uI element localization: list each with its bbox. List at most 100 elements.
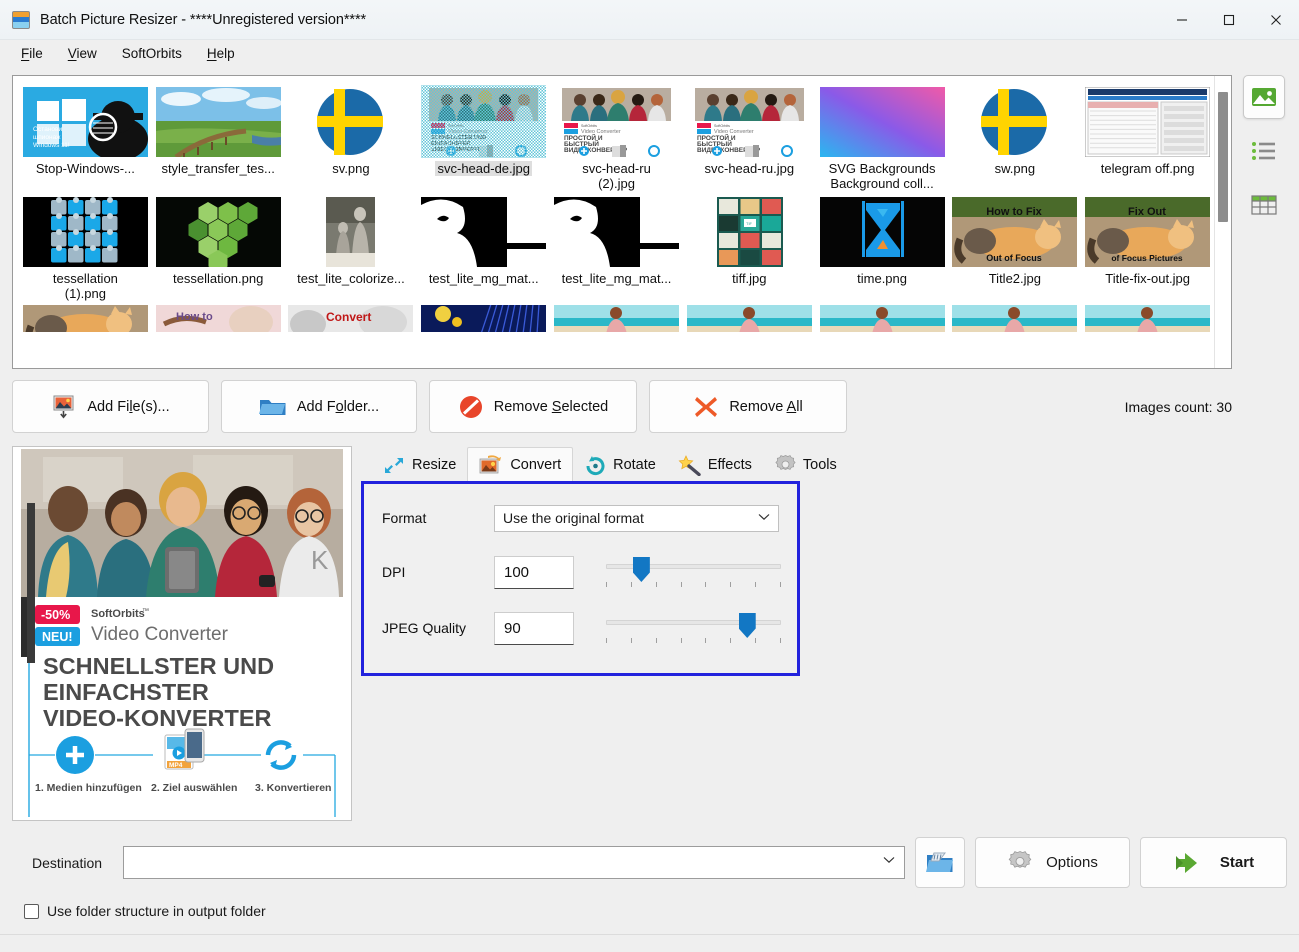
thumbnail-item[interactable]: tessellation.png	[152, 192, 285, 302]
thumbnail-item[interactable]	[948, 302, 1081, 332]
thumbnail-scrollbar[interactable]	[1214, 76, 1231, 368]
scrollbar-thumb[interactable]	[1218, 92, 1228, 222]
tab-effects[interactable]: Effects	[667, 449, 763, 481]
thumbnail-caption: style_transfer_tes...	[161, 161, 275, 176]
format-row: Format Use the original format	[364, 496, 797, 540]
thumbnail-item[interactable]: style_transfer_tes...	[152, 82, 285, 192]
thumbnail-image	[1085, 85, 1211, 158]
add-folder-button[interactable]: Add Folder...	[221, 380, 417, 433]
jpeg-quality-value: 90	[504, 619, 521, 637]
thumbnail-item[interactable]: Convert	[285, 302, 418, 332]
details-view-button[interactable]	[1243, 183, 1285, 227]
thumbnail-item[interactable]: telegram off.png	[1081, 82, 1214, 192]
options-button[interactable]: Options	[975, 837, 1130, 888]
title-bar: Batch Picture Resizer - ****Unregistered…	[0, 0, 1299, 40]
thumbnail-item[interactable]: sw.png	[948, 82, 1081, 192]
browse-folder-button[interactable]	[915, 837, 965, 888]
thumbnail-item[interactable]	[1081, 302, 1214, 332]
menu-softorbits[interactable]: SoftOrbits	[111, 43, 193, 64]
thumbnail-item[interactable]	[550, 302, 683, 332]
list-view-button[interactable]	[1243, 129, 1285, 173]
svg-text:2. Ziel auswählen: 2. Ziel auswählen	[151, 782, 237, 794]
thumbnail-list[interactable]: Останови шпионаж Windows 11! Stop-Windows…	[12, 75, 1232, 369]
svg-text:Convert: Convert	[326, 310, 371, 324]
images-count: Images count: 30	[1124, 398, 1232, 415]
svg-text:Останови: Останови	[33, 126, 62, 133]
use-folder-structure-row[interactable]: Use folder structure in output folder	[24, 903, 1299, 919]
dpi-value: 100	[504, 563, 530, 581]
thumbnail-caption: tessellation.png	[173, 271, 264, 286]
thumbnail-image	[288, 195, 414, 268]
thumbnail-item[interactable]: test_lite_mg_mat...	[550, 192, 683, 302]
thumbnail-caption: sv.png	[332, 161, 370, 176]
thumbnails-view-button[interactable]	[1243, 75, 1285, 119]
use-folder-structure-checkbox[interactable]	[24, 903, 39, 919]
app-image-icon	[12, 10, 30, 29]
thumbnail-image	[819, 195, 945, 268]
thumbnail-item[interactable]: time.png	[816, 192, 949, 302]
destination-input[interactable]	[123, 846, 905, 879]
thumbnail-caption: svc-head-de.jpg	[435, 161, 532, 176]
thumbnail-item[interactable]: tessellation (1).png	[19, 192, 152, 302]
thumbnail-item[interactable]	[683, 302, 816, 332]
tab-resize[interactable]: Resize	[372, 449, 467, 481]
thumbnail-item[interactable]: SVG Backgrounds Background coll...	[816, 82, 949, 192]
svg-text:SoftOrbits: SoftOrbits	[714, 124, 730, 128]
thumbnail-image	[819, 85, 945, 158]
tab-convert[interactable]: Convert	[467, 447, 574, 481]
remove-selected-button[interactable]: Remove Selected	[429, 380, 637, 433]
chevron-down-icon[interactable]	[883, 855, 895, 867]
thumbnail-item[interactable]: Fix Out of Focus Pictures	[19, 302, 152, 332]
thumbnail-item[interactable]: Останови шпионаж Windows 11! Stop-Windows…	[19, 82, 152, 192]
menu-help[interactable]: Help	[196, 43, 246, 64]
thumbnail-caption: tiff.jpg	[732, 271, 767, 286]
thumbnail-item[interactable]: test_lite_colorize...	[285, 192, 418, 302]
thumbnail-item[interactable]: SoftOrbits Video Converter SCHNELLSTER U…	[417, 82, 550, 192]
start-button[interactable]: Start	[1140, 837, 1287, 888]
thumbnail-item[interactable]: How to Fix Out of Focus Title2.jpg	[948, 192, 1081, 302]
menu-view[interactable]: View	[57, 43, 108, 64]
thumbnail-item[interactable]: test_lite_mg_mat...	[417, 192, 550, 302]
thumbnail-caption: Title-fix-out.jpg	[1105, 271, 1191, 286]
thumbnail-caption-line2: Background coll...	[830, 176, 934, 191]
thumbnail-caption: test_lite_mg_mat...	[428, 271, 539, 286]
dpi-slider-thumb[interactable]	[632, 557, 650, 582]
svg-text:Video Converter: Video Converter	[91, 624, 229, 645]
svg-text:SCHNELLSTER UND: SCHNELLSTER UND	[431, 135, 486, 141]
dpi-slider[interactable]	[606, 555, 781, 589]
svg-text:SoftOrbits: SoftOrbits	[91, 608, 145, 620]
thumbnail-item[interactable]: How to	[152, 302, 285, 332]
maximize-button[interactable]	[1205, 0, 1252, 40]
format-label: Format	[382, 510, 427, 526]
format-select[interactable]: Use the original format	[494, 504, 779, 532]
thumbnail-item[interactable]: SoftOrbits Video Converter ПРОСТОЙ И БЫС…	[550, 82, 683, 192]
jpeg-quality-input[interactable]: 90	[494, 611, 574, 645]
tab-rotate-label: Rotate	[613, 457, 656, 473]
thumbnail-image	[155, 195, 281, 268]
close-button[interactable]	[1252, 0, 1299, 40]
thumbnail-item[interactable]: Fix Out of Focus Pictures Title-fix-out.j…	[1081, 192, 1214, 302]
svg-text:Video Converter: Video Converter	[448, 129, 488, 135]
thumbnail-item[interactable]: SoftOrbits Video Converter ПРОСТОЙ И БЫС…	[683, 82, 816, 192]
dpi-input[interactable]: 100	[494, 555, 574, 589]
thumbnail-image	[22, 195, 148, 268]
tab-tools[interactable]: Tools	[763, 449, 848, 481]
jpeg-quality-slider[interactable]	[606, 611, 781, 645]
thumbnail-caption: Stop-Windows-...	[35, 161, 135, 176]
thumbnail-item[interactable]: sv.png	[285, 82, 418, 192]
tab-rotate[interactable]: Rotate	[573, 449, 667, 481]
add-files-button[interactable]: Add File(s)...	[12, 380, 209, 433]
thumbnail-image: TIF	[686, 195, 812, 268]
thumbnail-item[interactable]	[417, 302, 550, 332]
minimize-button[interactable]	[1158, 0, 1205, 40]
format-value: Use the original format	[503, 510, 644, 526]
thumbnail-item[interactable]	[816, 302, 949, 332]
image-preview[interactable]: K -50% NEU! SoftOrbits ™ Video Converter…	[12, 446, 352, 821]
menu-file[interactable]: File	[10, 43, 54, 64]
svg-text:EINFACHSTER: EINFACHSTER	[431, 141, 470, 147]
svg-text:Windows 11!: Windows 11!	[33, 142, 70, 149]
jpeg-slider-thumb[interactable]	[738, 613, 756, 638]
svg-text:шпионаж: шпионаж	[33, 134, 61, 141]
remove-all-button[interactable]: Remove All	[649, 380, 847, 433]
thumbnail-item[interactable]: TIF tiff.jpg	[683, 192, 816, 302]
